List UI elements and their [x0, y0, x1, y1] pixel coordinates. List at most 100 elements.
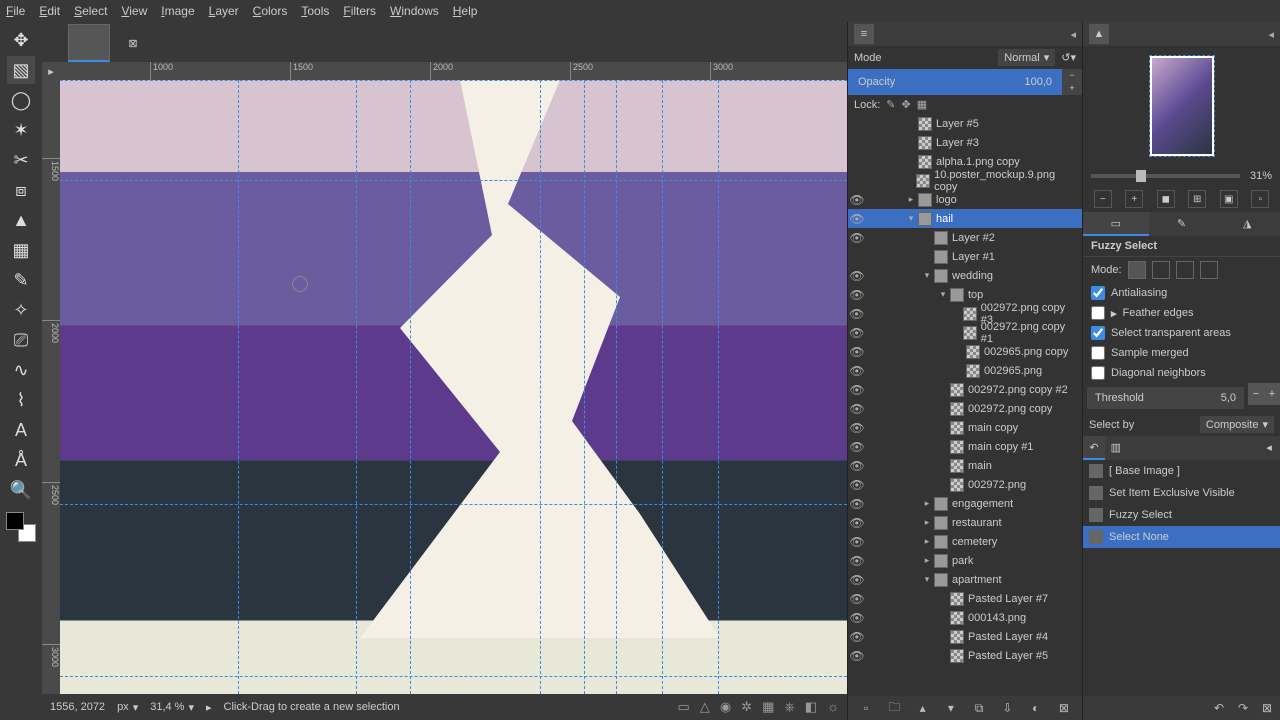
status-icon-1[interactable]: ▭	[678, 699, 690, 715]
tool-bucket[interactable]: ▦	[7, 236, 35, 264]
device-status-tab[interactable]: ✎	[1149, 212, 1215, 236]
layer-row[interactable]: 👁002972.png copy #1	[848, 323, 1082, 342]
menu-tools[interactable]: Tools	[301, 4, 329, 18]
status-icon-7[interactable]: ◧	[805, 699, 817, 715]
status-icon-3[interactable]: ◉	[720, 699, 731, 715]
tool-transform[interactable]: ⧈	[7, 176, 35, 204]
undo-icon[interactable]: ↶	[1210, 699, 1228, 717]
mode-reset-icon[interactable]: ↺▾	[1061, 51, 1076, 64]
threshold-down[interactable]: −	[1248, 383, 1264, 405]
expand-toggle[interactable]: ▸	[920, 498, 934, 509]
tool-options-tab[interactable]: ▭	[1083, 212, 1149, 236]
zoom-fill-icon[interactable]: ▣	[1220, 190, 1238, 208]
layer-row[interactable]: 👁Pasted Layer #5	[848, 646, 1082, 665]
select-mode-replace[interactable]	[1128, 261, 1146, 279]
menu-colors[interactable]: Colors	[253, 4, 288, 18]
layer-row[interactable]: 👁▸park	[848, 551, 1082, 570]
visibility-toggle[interactable]: 👁	[848, 478, 866, 492]
symmetry-tab[interactable]: ◮	[1214, 212, 1280, 236]
layer-row[interactable]: 👁Pasted Layer #4	[848, 627, 1082, 646]
visibility-toggle[interactable]: 👁	[848, 440, 866, 454]
clear-history-icon[interactable]: ⊠	[1258, 699, 1276, 717]
expand-toggle[interactable]: ▸	[920, 517, 934, 528]
menu-select[interactable]: Select	[74, 4, 107, 18]
zoom-in-icon[interactable]: +	[1125, 190, 1143, 208]
layer-row[interactable]: Layer #3	[848, 133, 1082, 152]
ruler-vertical[interactable]: 1500200025003000	[42, 80, 60, 694]
layer-row[interactable]: Layer #1	[848, 247, 1082, 266]
visibility-toggle[interactable]: 👁	[848, 649, 866, 663]
tool-fuzzy-select[interactable]: ✶	[7, 116, 35, 144]
visibility-toggle[interactable]: 👁	[848, 421, 866, 435]
visibility-toggle[interactable]: 👁	[848, 573, 866, 587]
visibility-toggle[interactable]: 👁	[848, 269, 866, 283]
tool-clone[interactable]: ⎚	[7, 326, 35, 354]
panel-menu-icon[interactable]: ◂	[1258, 436, 1280, 460]
tool-move[interactable]: ✥	[7, 26, 35, 54]
menu-view[interactable]: View	[121, 4, 147, 18]
visibility-toggle[interactable]: 👁	[848, 307, 866, 321]
visibility-toggle[interactable]: 👁	[848, 345, 866, 359]
raise-layer-icon[interactable]: ▴	[914, 699, 932, 717]
tool-smudge[interactable]: ∿	[7, 356, 35, 384]
visibility-toggle[interactable]: 👁	[848, 326, 866, 340]
status-icon-4[interactable]: ✲	[741, 699, 752, 715]
opacity-up[interactable]: −	[1062, 69, 1082, 82]
menu-filters[interactable]: Filters	[343, 4, 376, 18]
panel-menu-icon[interactable]: ◂	[1268, 28, 1274, 41]
check-feather[interactable]: ▸Feather edges	[1083, 303, 1280, 323]
layers-panel-icon[interactable]: ≡	[854, 24, 874, 44]
history-row[interactable]: [ Base Image ]	[1083, 460, 1280, 482]
delete-layer-icon[interactable]: ⊠	[1055, 699, 1073, 717]
duplicate-layer-icon[interactable]: ⧉	[970, 699, 988, 717]
tool-path[interactable]: ⌇	[7, 386, 35, 414]
layer-row[interactable]: 👁000143.png	[848, 608, 1082, 627]
visibility-toggle[interactable]: 👁	[848, 535, 866, 549]
layer-row[interactable]: 👁▾apartment	[848, 570, 1082, 589]
layer-row[interactable]: Layer #5	[848, 114, 1082, 133]
check-diagonal[interactable]: Diagonal neighbors	[1083, 363, 1280, 383]
images-tab[interactable]: ▥	[1105, 436, 1127, 460]
menubar[interactable]: FileEditSelectViewImageLayerColorsToolsF…	[0, 0, 1280, 22]
layer-row[interactable]: 👁▸restaurant	[848, 513, 1082, 532]
history-row[interactable]: Select None	[1083, 526, 1280, 548]
ruler-horizontal[interactable]: 10001500200025003000	[60, 62, 847, 80]
layer-row[interactable]: 👁002972.png copy #2	[848, 380, 1082, 399]
panel-menu-icon[interactable]: ◂	[1070, 28, 1076, 41]
layer-row[interactable]: 👁▸logo	[848, 190, 1082, 209]
expand-toggle[interactable]: ▸	[920, 536, 934, 547]
navigation-preview[interactable]	[1083, 46, 1280, 166]
visibility-toggle[interactable]: 👁	[848, 630, 866, 644]
layer-row[interactable]: 👁002972.png	[848, 475, 1082, 494]
layer-row[interactable]: 10.poster_mockup.9.png copy	[848, 171, 1082, 190]
select-mode-intersect[interactable]	[1200, 261, 1218, 279]
layer-row[interactable]: 👁main copy	[848, 418, 1082, 437]
layer-row[interactable]: 👁002972.png copy	[848, 399, 1082, 418]
layer-row[interactable]: 👁main	[848, 456, 1082, 475]
mask-icon[interactable]: ◐	[1027, 699, 1045, 717]
lock-position-icon[interactable]: ✥	[902, 98, 911, 111]
check-sample-merged[interactable]: Sample merged	[1083, 343, 1280, 363]
menu-layer[interactable]: Layer	[209, 4, 239, 18]
layer-row[interactable]: 👁▸engagement	[848, 494, 1082, 513]
visibility-toggle[interactable]: 👁	[848, 497, 866, 511]
redo-icon[interactable]: ↷	[1234, 699, 1252, 717]
check-antialias[interactable]: Antialiasing	[1083, 283, 1280, 303]
select-mode-add[interactable]	[1152, 261, 1170, 279]
check-transparent[interactable]: Select transparent areas	[1083, 323, 1280, 343]
status-icon-5[interactable]: ▦	[762, 699, 774, 715]
tool-warp[interactable]: ▲	[7, 206, 35, 234]
tool-eraser[interactable]: ✧	[7, 296, 35, 324]
menu-image[interactable]: Image	[161, 4, 194, 18]
expand-toggle[interactable]: ▸	[920, 555, 934, 566]
visibility-toggle[interactable]: 👁	[848, 212, 866, 226]
menu-file[interactable]: File	[6, 4, 25, 18]
visibility-toggle[interactable]: 👁	[848, 592, 866, 606]
lock-alpha-icon[interactable]: ▦	[917, 98, 927, 111]
status-icon-8[interactable]: ☼	[827, 699, 839, 715]
menu-windows[interactable]: Windows	[390, 4, 439, 18]
threshold-slider[interactable]: Threshold5,0	[1087, 387, 1244, 409]
visibility-toggle[interactable]: 👁	[848, 364, 866, 378]
tool-measure[interactable]: Å	[7, 446, 35, 474]
opacity-slider[interactable]: Opacity 100,0	[848, 69, 1062, 95]
